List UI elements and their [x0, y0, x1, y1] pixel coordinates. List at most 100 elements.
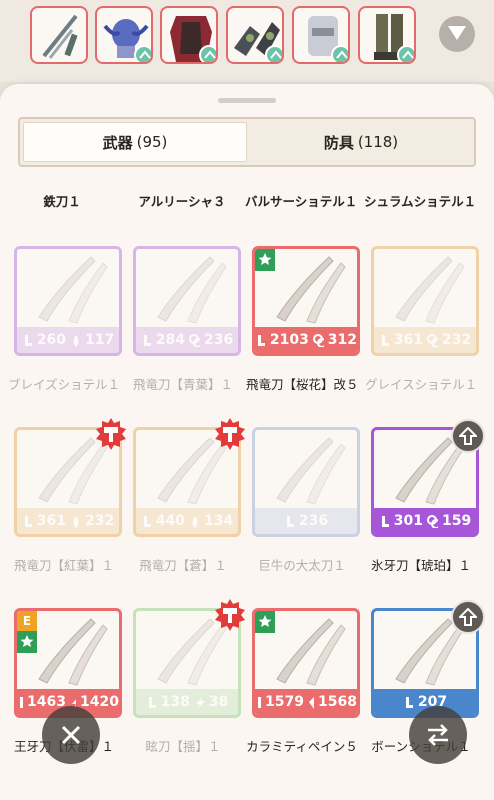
weapon-stats-bar: 260 117 — [17, 327, 119, 353]
attack-icon — [143, 334, 151, 346]
secondary-stat-value: 232 — [442, 332, 472, 348]
weapon-name: 飛竜刀【桜花】改５ — [246, 377, 358, 392]
close-icon — [61, 725, 81, 745]
equip-slot-weapon[interactable] — [30, 6, 88, 64]
affinity-icon — [427, 333, 438, 347]
weapon-name: ブレイズショテル１ — [8, 377, 120, 392]
swap-badge-icon — [331, 45, 348, 62]
tab-weapons[interactable]: 武器 (95) — [23, 122, 247, 162]
attack-value: 284 — [155, 332, 185, 348]
equip-slot-head[interactable] — [95, 6, 153, 64]
attack-value: 301 — [393, 513, 423, 529]
weapon-card[interactable]: 1579 1568 — [252, 608, 360, 718]
attack-icon — [381, 515, 389, 527]
collapse-button[interactable] — [439, 16, 475, 52]
attack-value: 236 — [298, 513, 329, 529]
weapon-name: カラミティペイン５ — [246, 739, 358, 754]
attack-value: 260 — [36, 332, 66, 348]
weapon-card[interactable]: 236 — [252, 427, 360, 537]
attack-icon — [20, 696, 24, 708]
attack-value: 2103 — [269, 332, 309, 348]
weapon-name: グレイスショテル１ — [365, 377, 477, 392]
attack-value: 138 — [160, 694, 190, 710]
katana-icon — [42, 14, 78, 59]
swap-badge-icon — [199, 45, 216, 62]
affinity-icon — [189, 333, 200, 347]
equipment-list-panel: 武器 (95) 防具 (118) 鉄刀１ アルリーシャ３ バルサーショテル１ シ… — [0, 84, 494, 800]
weapon-name: シュラムショテル１ — [364, 194, 476, 209]
craftable-hammer-icon — [94, 417, 128, 451]
weapon-stats-bar: 284 236 — [136, 327, 238, 353]
secondary-stat-value: 159 — [442, 513, 472, 529]
dragon-icon — [309, 696, 315, 709]
weapon-name: バルサーショテル１ — [245, 194, 357, 209]
chevron-down-icon — [448, 26, 466, 40]
attack-icon — [405, 696, 413, 708]
tab-armor-label: 防具 — [323, 133, 354, 152]
secondary-stat-value: 1568 — [318, 694, 357, 710]
water-drop-icon — [73, 334, 79, 347]
weapon-stats-bar: 2103 312 — [255, 327, 357, 353]
swap-badge-icon — [265, 45, 282, 62]
craftable-hammer-icon — [213, 417, 247, 451]
equip-slot-legs[interactable] — [358, 6, 416, 64]
weapon-card[interactable]: 2103 312 — [252, 246, 360, 356]
swap-badge-icon — [134, 45, 151, 62]
weapon-stats-bar: 301 159 — [374, 508, 476, 534]
equip-slot-waist[interactable] — [292, 6, 350, 64]
swap-arrows-icon — [428, 724, 448, 746]
water-drop-icon — [192, 515, 198, 528]
secondary-stat-value: 232 — [85, 513, 115, 529]
craftable-hammer-icon — [213, 598, 247, 632]
attack-value: 1579 — [265, 694, 304, 710]
attack-value: 361 — [36, 513, 66, 529]
upgrade-arrow-icon[interactable] — [451, 419, 485, 453]
secondary-stat-value: 117 — [85, 332, 115, 348]
attack-icon — [24, 515, 32, 527]
favorite-star-icon — [255, 611, 275, 633]
secondary-stat-value: 134 — [204, 513, 234, 529]
weapon-name: 飛竜刀【紅葉】１ — [13, 558, 114, 573]
upgrade-arrow-icon[interactable] — [451, 600, 485, 634]
weapon-name: 飛竜刀【青葉】１ — [132, 377, 233, 392]
secondary-stat-value: 312 — [327, 332, 357, 348]
blast-icon — [312, 333, 324, 347]
attack-icon — [143, 515, 151, 527]
attack-value: 440 — [155, 513, 185, 529]
equipped-gear-bar — [0, 0, 494, 82]
equip-slot-arms[interactable] — [226, 6, 284, 64]
weapon-name: 氷牙刀【琥珀】１ — [370, 558, 471, 573]
secondary-stat-value: 1420 — [80, 694, 119, 710]
weapon-stats-bar: 361 232 — [17, 508, 119, 534]
weapon-card[interactable]: 260 117 — [14, 246, 122, 356]
weapon-card[interactable]: 284 236 — [133, 246, 241, 356]
weapon-stats-bar: 236 — [255, 508, 357, 534]
weapon-stats-bar: 138 38 — [136, 689, 238, 715]
attack-icon — [258, 696, 262, 708]
weapon-card[interactable]: 361 232 — [371, 246, 479, 356]
favorite-star-icon — [255, 249, 275, 271]
drag-handle[interactable] — [218, 98, 276, 103]
weapon-name: 眩刀【揺】１ — [145, 739, 221, 754]
secondary-stat-value: 236 — [204, 332, 234, 348]
weapon-art — [157, 256, 227, 324]
weapon-name: アルリーシャ３ — [138, 194, 226, 209]
equip-slot-chest[interactable] — [160, 6, 218, 64]
affinity-icon — [427, 514, 438, 528]
weapon-stats-bar: 1579 1568 — [255, 689, 357, 715]
swap-button[interactable] — [409, 706, 467, 764]
tab-armor[interactable]: 防具 (118) — [249, 122, 473, 162]
weapon-name: 鉄刀１ — [43, 194, 81, 209]
weapon-card[interactable]: 1463 1420 E — [14, 608, 122, 718]
weapon-art — [276, 437, 346, 505]
secondary-stat-value: 38 — [208, 694, 229, 710]
weapon-name: 飛竜刀【蒼】１ — [139, 558, 227, 573]
favorite-star-icon — [17, 631, 37, 653]
attack-value: 361 — [393, 332, 423, 348]
attack-icon — [148, 696, 156, 708]
close-button[interactable] — [42, 706, 100, 764]
equipped-badge: E — [17, 611, 37, 631]
thunder-icon — [195, 696, 205, 709]
attack-icon — [381, 334, 389, 346]
tab-weapons-label: 武器 — [102, 133, 133, 152]
